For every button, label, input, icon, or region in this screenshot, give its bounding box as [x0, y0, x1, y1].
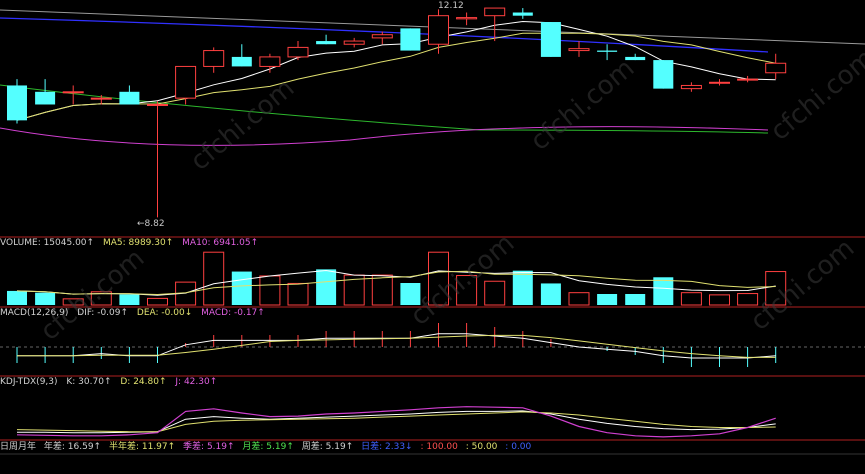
volume-bar-up — [259, 275, 281, 306]
candle-up — [737, 78, 759, 81]
candle-up — [287, 46, 309, 58]
year-diff: 年差: 16.59↑ — [43, 442, 102, 452]
candle-up — [371, 34, 393, 39]
period-label[interactable]: 日周月年 — [0, 442, 36, 452]
candle-up — [484, 7, 506, 17]
day-diff: 日差: 2.33↓ — [361, 442, 413, 452]
candle-up — [765, 62, 787, 74]
candle-down — [7, 85, 27, 121]
low-price-marker: ←8.82 — [137, 219, 165, 229]
volume-bar-down — [653, 277, 674, 305]
candle-down — [400, 28, 421, 51]
kdj-k-line — [17, 410, 776, 434]
volume-bar-up — [484, 280, 506, 306]
candle-down — [119, 91, 140, 105]
candle-down — [597, 50, 618, 52]
candle-up — [456, 17, 478, 20]
volume-ma10: MA10: 6941.05↑ — [182, 238, 259, 248]
candle-up — [90, 97, 112, 100]
volume-bar-up — [287, 282, 309, 306]
candle-up — [343, 40, 365, 45]
volume-ma5: MA5: 8989.30↑ — [102, 238, 174, 248]
kdj-indicator-name: KDJ-TDX(9,3) — [0, 377, 58, 387]
macd-panel[interactable] — [0, 323, 865, 367]
volume-bar-up — [568, 292, 590, 306]
macd-indicator-name: MACD(12,26,9) — [0, 308, 69, 318]
volume-bar-up — [737, 293, 759, 306]
volume-bar-down — [231, 271, 252, 305]
kdj-panel[interactable] — [16, 406, 776, 438]
quarter-diff: 季差: 5.19↑ — [183, 442, 235, 452]
kdj-header: KDJ-TDX(9,3) K: 30.70↑ D: 24.80↑ J: 42.3… — [0, 376, 223, 389]
volume-bar-up — [428, 251, 449, 306]
level-50: : 50.00 — [465, 442, 498, 452]
volume-bar-down — [35, 292, 56, 305]
stock-chart-window[interactable]: cfchi.com cfchi.com cfchi.com cfchi.com … — [0, 0, 865, 471]
candle-down — [316, 41, 337, 45]
candle-down — [35, 91, 56, 105]
candle-down — [540, 22, 561, 57]
candle-up — [147, 103, 168, 106]
candle-down — [653, 60, 674, 89]
kdj-j: J: 42.30↑ — [175, 377, 218, 387]
chart-canvas[interactable] — [0, 0, 865, 471]
level-0: : 0.00 — [505, 442, 532, 452]
volume-bar-up — [62, 298, 84, 306]
month-diff: 月差: 5.19↑ — [242, 442, 294, 452]
candle-up — [709, 81, 730, 84]
price-panel[interactable] — [0, 7, 865, 218]
candle-down — [231, 56, 252, 67]
volume-bar-up — [371, 274, 393, 306]
volume-bar-down — [316, 269, 337, 305]
candle-up — [175, 65, 197, 99]
volume-bar-up — [147, 297, 168, 306]
volume-bar-up — [203, 251, 225, 306]
macd-dea: DEA: -0.00↓ — [136, 308, 193, 318]
week-diff: 周差: 5.19↑ — [301, 442, 354, 452]
volume-bar-down — [540, 283, 561, 305]
volume-bar-down — [400, 283, 421, 305]
macd-dif-line — [17, 333, 776, 359]
candle-up — [62, 91, 84, 94]
candle-up — [259, 56, 281, 67]
volume-bar-down — [625, 294, 646, 305]
bottom-indicator-bar: 日周月年 年差: 16.59↑ 半年差: 11.97↑ 季差: 5.19↑ 月差… — [0, 440, 536, 454]
volume-value: VOLUME: 15045.00↑ — [0, 238, 95, 248]
ma-green-line — [0, 84, 769, 134]
macd-value: MACD: -0.17↑ — [201, 308, 265, 318]
kdj-k: K: 30.70↑ — [66, 377, 112, 387]
kdj-d: D: 24.80↑ — [120, 377, 167, 387]
half-year-diff: 半年差: 11.97↑ — [108, 442, 176, 452]
volume-bar-down — [7, 290, 27, 305]
volume-bar-up — [456, 275, 478, 306]
macd-header: MACD(12,26,9) DIF: -0.09↑ DEA: -0.00↓ MA… — [0, 307, 271, 320]
candle-up — [428, 15, 449, 45]
candle-up — [203, 50, 225, 67]
volume-bar-down — [119, 294, 140, 305]
high-price-marker: 12.12 — [438, 1, 464, 11]
volume-header: VOLUME: 15045.00↑ MA5: 8989.30↑ MA10: 69… — [0, 237, 264, 250]
macd-dif: DIF: -0.09↑ — [77, 308, 129, 318]
macd-dea-line — [17, 334, 776, 358]
candle-down — [512, 12, 533, 16]
candle-up — [568, 48, 590, 52]
volume-bar-up — [709, 294, 730, 306]
ma-magenta-line — [0, 126, 769, 146]
candle-up — [680, 84, 702, 90]
level-100: : 100.00 — [420, 442, 458, 452]
volume-bar-down — [512, 270, 533, 305]
volume-bar-up — [765, 271, 787, 306]
volume-bar-down — [597, 294, 618, 305]
candle-down — [625, 56, 646, 61]
volume-bar-up — [680, 292, 702, 306]
volume-panel[interactable] — [7, 251, 787, 306]
